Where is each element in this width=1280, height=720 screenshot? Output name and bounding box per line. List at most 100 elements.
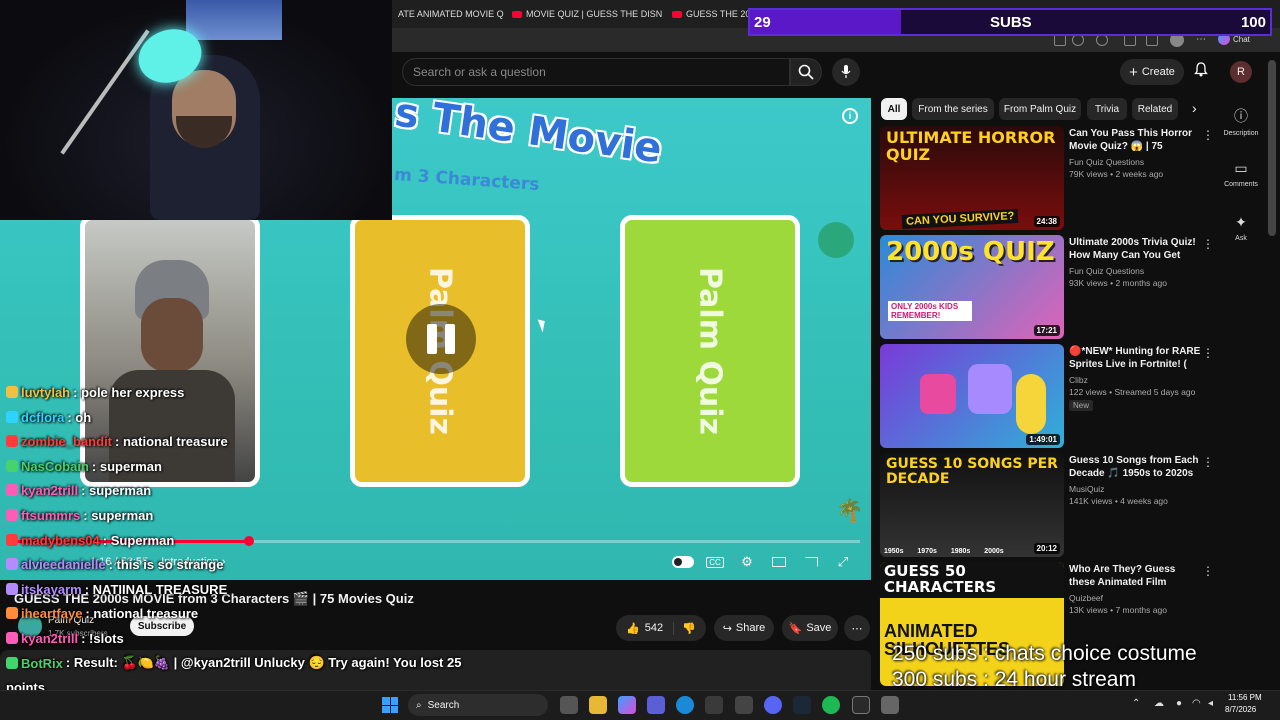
dislike-button[interactable]: 👎	[673, 621, 696, 635]
steam-icon[interactable]	[793, 696, 811, 714]
goal-line-2: 300 subs : 24 hour stream	[892, 668, 1136, 691]
file-explorer-icon[interactable]	[589, 696, 607, 714]
task-view-icon[interactable]	[560, 696, 578, 714]
chat-message: kyan2trill: superman	[6, 480, 151, 500]
taskbar-search[interactable]: ⌕ Search	[408, 694, 548, 716]
search-input[interactable]: Search or ask a question	[402, 58, 790, 86]
more-vert-icon[interactable]: ⋮	[1202, 455, 1214, 469]
video-thumbnail[interactable]: ULTIMATE HORROR QUIZ CAN YOU SURVIVE? 24…	[880, 126, 1064, 230]
toggle-icon	[672, 556, 694, 568]
taskbar-search-label: Search	[427, 699, 460, 711]
video-thumbnail[interactable]: 2000s QUIZ ONLY 2000s KIDS REMEMBER! 17:…	[880, 235, 1064, 339]
chat-message-text: : NATIINAL TREASURE	[84, 581, 228, 597]
fullscreen-icon: ⤢	[837, 554, 849, 569]
sub-goal-current: 29	[754, 14, 771, 31]
fullscreen-button[interactable]: ⤢	[830, 553, 856, 571]
wifi-icon[interactable]: ◠	[1192, 698, 1201, 709]
rail-ask-button[interactable]: ✦ Ask	[1218, 214, 1264, 242]
scrollbar[interactable]	[1268, 60, 1276, 236]
tray-chevron-icon[interactable]: ⌃	[1132, 698, 1140, 709]
more-vert-icon[interactable]: ⋮	[1202, 128, 1214, 142]
browser-tab-1[interactable]: ATE ANIMATED MOVIE QUI✕	[392, 4, 504, 24]
chat-badge-icon	[6, 657, 18, 669]
chip-from-palm-quiz[interactable]: From Palm Quiz	[999, 98, 1081, 120]
chat-message: iheartfaye: national treasure	[6, 603, 198, 623]
video-title: Who Are They? Guess these Animated Film …	[1069, 564, 1176, 588]
chat-message: zombie_bandit: national treasure	[6, 431, 228, 451]
recommended-video[interactable]: ULTIMATE HORROR QUIZ CAN YOU SURVIVE? 24…	[880, 126, 1214, 230]
mic-icon[interactable]: ●	[1176, 698, 1182, 709]
chevron-right-icon[interactable]: ›	[1192, 100, 1197, 116]
browser-tab-2[interactable]: MOVIE QUIZ | GUESS THE DISNEY✕	[506, 4, 662, 24]
new-badge: New	[1069, 400, 1094, 411]
windows-start-icon[interactable]	[382, 697, 398, 713]
notifications-button[interactable]	[1194, 62, 1208, 80]
clock-time[interactable]: 11:56 PM	[1228, 693, 1262, 702]
account-avatar[interactable]: R	[1230, 61, 1252, 83]
chat-username: luvtylah	[21, 384, 71, 400]
rail-description-button[interactable]: ⓘ Description	[1218, 106, 1264, 137]
save-button[interactable]: 🔖 Save	[782, 615, 838, 641]
cast-icon	[804, 557, 818, 567]
rail-comments-label: Comments	[1224, 181, 1258, 188]
recommended-video[interactable]: 2000s QUIZ ONLY 2000s KIDS REMEMBER! 17:…	[880, 235, 1214, 339]
more-vert-icon[interactable]: ⋮	[1202, 564, 1214, 578]
cast-button[interactable]	[798, 553, 824, 571]
chat-badge-icon	[6, 632, 18, 644]
browser-tab-3[interactable]: GUESS THE 2000s	[666, 4, 748, 24]
onedrive-icon[interactable]: ☁	[1154, 698, 1164, 709]
like-button[interactable]: 👍 542	[626, 622, 663, 635]
chat-message-text: : pole her express	[73, 384, 185, 400]
pause-button[interactable]	[406, 304, 476, 374]
store-icon[interactable]	[705, 696, 723, 714]
miniplayer-button[interactable]	[766, 553, 792, 571]
create-button[interactable]: + Create	[1120, 59, 1184, 85]
channel-name: Quizbeef	[1069, 593, 1104, 603]
rail-comments-button[interactable]: ▭ Comments	[1218, 160, 1264, 188]
chat-message-text: : this is so strange	[108, 556, 224, 572]
pause-icon	[427, 324, 437, 354]
settings-button[interactable]: ⚙	[734, 553, 760, 571]
chat-message: luvtylah: pole her express	[6, 382, 184, 402]
settings-icon[interactable]	[881, 696, 899, 714]
video-thumbnail[interactable]: 1:49:01	[880, 344, 1064, 448]
save-label: Save	[806, 622, 832, 634]
more-icon: ⋯	[851, 622, 863, 635]
comment-icon: ▭	[1234, 160, 1248, 176]
discord-icon[interactable]	[764, 696, 782, 714]
palm-tree-icon: 🌴	[836, 498, 864, 523]
create-label: Create	[1141, 66, 1175, 78]
captions-button[interactable]: CC	[702, 553, 728, 571]
chat-message: kyan2trill: !slots	[6, 628, 124, 648]
teams-icon[interactable]	[647, 696, 665, 714]
voice-search-button[interactable]	[832, 58, 860, 86]
bell-icon	[1194, 62, 1208, 77]
video-thumbnail[interactable]: GUESS 10 SONGS PER DECADE 1950s 1970s 19…	[880, 453, 1064, 557]
chip-all[interactable]: All	[881, 98, 907, 120]
chip-trivia[interactable]: Trivia	[1087, 98, 1127, 120]
copilot-icon[interactable]	[618, 696, 636, 714]
actor-face	[141, 298, 203, 372]
recommended-video[interactable]: GUESS 10 SONGS PER DECADE 1950s 1970s 19…	[880, 453, 1214, 557]
chat-username: kyan2trill	[21, 482, 79, 498]
more-vert-icon[interactable]: ⋮	[1202, 346, 1214, 360]
share-button[interactable]: ↪ Share	[714, 615, 774, 641]
more-vert-icon[interactable]: ⋮	[1202, 237, 1214, 251]
like-count: 542	[644, 622, 664, 634]
autoplay-toggle[interactable]	[670, 553, 696, 571]
volume-icon[interactable]: ◂	[1208, 698, 1213, 709]
chip-from-the-series[interactable]: From the series	[912, 98, 994, 120]
more-actions-button[interactable]: ⋯	[844, 615, 870, 641]
progress-scrubber[interactable]	[244, 536, 254, 546]
search-button[interactable]	[790, 58, 822, 86]
obs-icon[interactable]	[852, 696, 870, 714]
spotify-icon[interactable]	[822, 696, 840, 714]
clock-date[interactable]: 8/7/2026	[1225, 705, 1256, 714]
info-icon[interactable]: i	[842, 108, 858, 124]
chat-message: NasCobain: superman	[6, 456, 162, 476]
app-icon[interactable]	[735, 696, 753, 714]
edge-icon[interactable]	[676, 696, 694, 714]
recommended-video[interactable]: 1:49:01 🔴*NEW* Hunting for RARE Sprites …	[880, 344, 1214, 448]
video-meta: 93K views • 2 months ago	[1069, 278, 1167, 288]
chip-related[interactable]: Related	[1132, 98, 1178, 120]
